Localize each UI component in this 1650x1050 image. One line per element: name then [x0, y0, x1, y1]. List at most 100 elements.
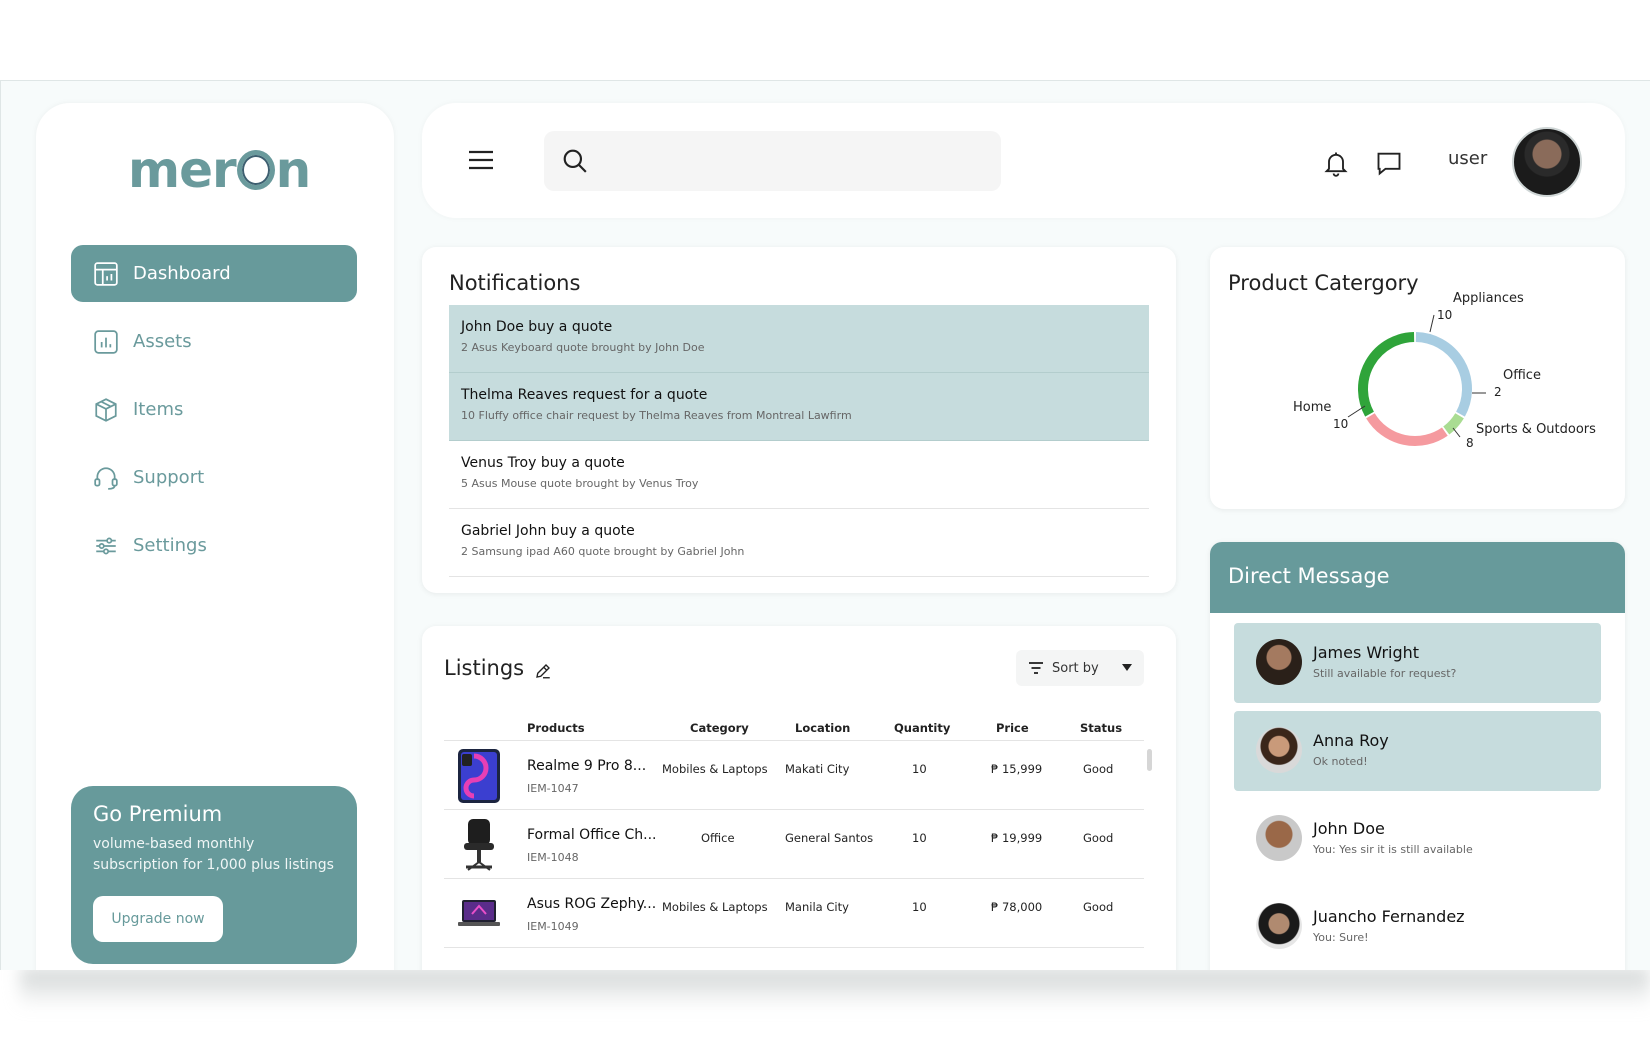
product-category-card: Product Catergory Appliances 10 Office 2… [1210, 247, 1625, 509]
product-quantity: 10 [912, 900, 927, 914]
notification-item[interactable]: Thelma Reaves request for a quote 10 Flu… [449, 373, 1149, 441]
donut-leader-line-sports-outdoors [1452, 427, 1461, 438]
office-chair-thumbnail [464, 819, 494, 871]
notification-subtitle: 2 Samsung ipad A60 quote brought by Gabr… [461, 545, 745, 558]
table-scrollbar[interactable] [1147, 749, 1152, 771]
sort-label: Sort by [1052, 660, 1099, 676]
listings-title: Listings [444, 656, 525, 680]
sidebar-item-items[interactable]: Items [71, 381, 357, 438]
search-input[interactable] [544, 131, 1001, 191]
dm-name: Juancho Fernandez [1313, 907, 1465, 926]
logo: mer n [128, 141, 311, 199]
sidebar-item-label: Dashboard [133, 263, 231, 284]
notification-title: Venus Troy buy a quote [461, 455, 625, 471]
dm-item[interactable]: Anna Roy Ok noted! [1234, 711, 1601, 791]
dm-title: Direct Message [1210, 542, 1625, 613]
sidebar-item-label: Settings [133, 535, 207, 556]
product-id: IEM-1048 [527, 851, 579, 864]
filter-icon [1029, 662, 1043, 674]
top-bar: user [422, 103, 1625, 218]
hamburger-menu-icon[interactable] [469, 150, 493, 170]
product-name: Asus ROG Zephy... [527, 896, 657, 912]
notification-subtitle: 2 Asus Keyboard quote brought by John Do… [461, 341, 705, 354]
column-header: Products [527, 721, 585, 735]
legend-label-appliances: Appliances [1453, 291, 1524, 306]
sidebar: mer n Dashboard Assets Items Support Sett… [36, 103, 394, 970]
product-category: Mobiles & Laptops [662, 900, 768, 914]
product-price: ₱ 15,999 [991, 762, 1043, 776]
bell-icon[interactable] [1322, 149, 1350, 177]
dm-name: Anna Roy [1313, 731, 1389, 750]
product-category: Mobiles & Laptops [662, 762, 768, 776]
sidebar-item-settings[interactable]: Settings [71, 517, 357, 574]
dm-item[interactable]: James Wright Still available for request… [1234, 623, 1601, 703]
sliders-icon [96, 537, 116, 554]
sort-dropdown[interactable]: Sort by [1016, 650, 1144, 686]
donut-leader-line-appliances [1429, 314, 1435, 333]
notification-item[interactable]: John Doe buy a quote 2 Asus Keyboard quo… [449, 305, 1149, 373]
sidebar-item-label: Items [133, 399, 184, 420]
column-header: Price [996, 721, 1029, 735]
donut-slice-appliances [1415, 332, 1472, 417]
dm-name: James Wright [1313, 643, 1420, 662]
legend-label-office: Office [1503, 368, 1541, 383]
edit-pencil-icon[interactable] [534, 662, 552, 680]
product-price: ₱ 78,000 [991, 900, 1043, 914]
chart-icon [94, 329, 118, 354]
sidebar-nav: Dashboard Assets Items Support Settings [71, 245, 357, 585]
table-row[interactable]: Formal Office Ch... IEM-1048 Office Gene… [444, 811, 1144, 879]
sidebar-item-dashboard[interactable]: Dashboard [71, 245, 357, 302]
direct-message-card: Direct Message James Wright Still availa… [1210, 542, 1625, 970]
premium-card: Go Premium volume-based monthly subscrip… [71, 786, 357, 964]
notification-title: Thelma Reaves request for a quote [461, 387, 708, 403]
dashboard-icon [94, 261, 118, 286]
premium-title: Go Premium [93, 802, 223, 826]
column-header: Location [795, 721, 851, 735]
sidebar-item-assets[interactable]: Assets [71, 313, 357, 370]
premium-text: volume-based monthly subscription for 1,… [93, 836, 334, 873]
notification-subtitle: 10 Fluffy office chair request by Thelma… [461, 409, 852, 422]
app-window: mer n Dashboard Assets Items Support Sett… [0, 80, 1650, 970]
avatar [1256, 903, 1302, 949]
user-label[interactable]: user [1448, 148, 1487, 169]
notifications-list: John Doe buy a quote 2 Asus Keyboard quo… [449, 305, 1149, 577]
upgrade-button[interactable]: Upgrade now [93, 896, 223, 942]
table-header: Products Category Location Quantity Pric… [444, 711, 1144, 741]
product-category: Office [701, 831, 735, 845]
product-quantity: 10 [912, 762, 927, 776]
product-id: IEM-1047 [527, 782, 579, 795]
table-row[interactable]: Asus ROG Zephy... IEM-1049 Mobiles & Lap… [444, 880, 1144, 948]
caret-down-icon [1122, 664, 1132, 671]
table-row[interactable]: Realme 9 Pro 8... IEM-1047 Mobiles & Lap… [444, 742, 1144, 810]
legend-label-home: Home [1293, 400, 1332, 415]
product-location: Manila City [785, 900, 849, 914]
value-label-appliances: 10 [1437, 308, 1453, 322]
box-icon [95, 397, 117, 422]
dm-message: Ok noted! [1313, 755, 1368, 768]
notification-title: John Doe buy a quote [461, 319, 613, 335]
donut-slice-home [1358, 332, 1415, 417]
notification-item[interactable]: Gabriel John buy a quote 2 Samsung ipad … [449, 509, 1149, 577]
product-id: IEM-1049 [527, 920, 579, 933]
product-price: ₱ 19,999 [991, 831, 1043, 845]
dm-message: Still available for request? [1313, 667, 1457, 680]
product-status: Good [1083, 762, 1114, 776]
avatar [1256, 727, 1302, 773]
product-name: Formal Office Ch... [527, 827, 657, 843]
avatar [1256, 639, 1302, 685]
user-avatar[interactable] [1512, 127, 1582, 197]
dm-item[interactable]: John Doe You: Yes sir it is still availa… [1234, 799, 1601, 879]
column-header: Status [1080, 721, 1123, 735]
value-label-sports: 8 [1466, 436, 1474, 450]
listings-card: Listings Sort by Products Category Locat… [422, 626, 1176, 970]
notification-title: Gabriel John buy a quote [461, 523, 635, 539]
chat-icon[interactable] [1375, 149, 1403, 177]
notification-item[interactable]: Venus Troy buy a quote 5 Asus Mouse quot… [449, 441, 1149, 509]
sidebar-item-label: Support [133, 467, 205, 488]
donut-slice-sports-outdoors [1366, 413, 1448, 446]
product-quantity: 10 [912, 831, 927, 845]
notifications-card: Notifications John Doe buy a quote 2 Asu… [422, 247, 1176, 593]
sidebar-item-support[interactable]: Support [71, 449, 357, 506]
product-name: Realme 9 Pro 8... [527, 758, 647, 774]
dm-item[interactable]: Juancho Fernandez You: Sure! [1234, 887, 1601, 967]
